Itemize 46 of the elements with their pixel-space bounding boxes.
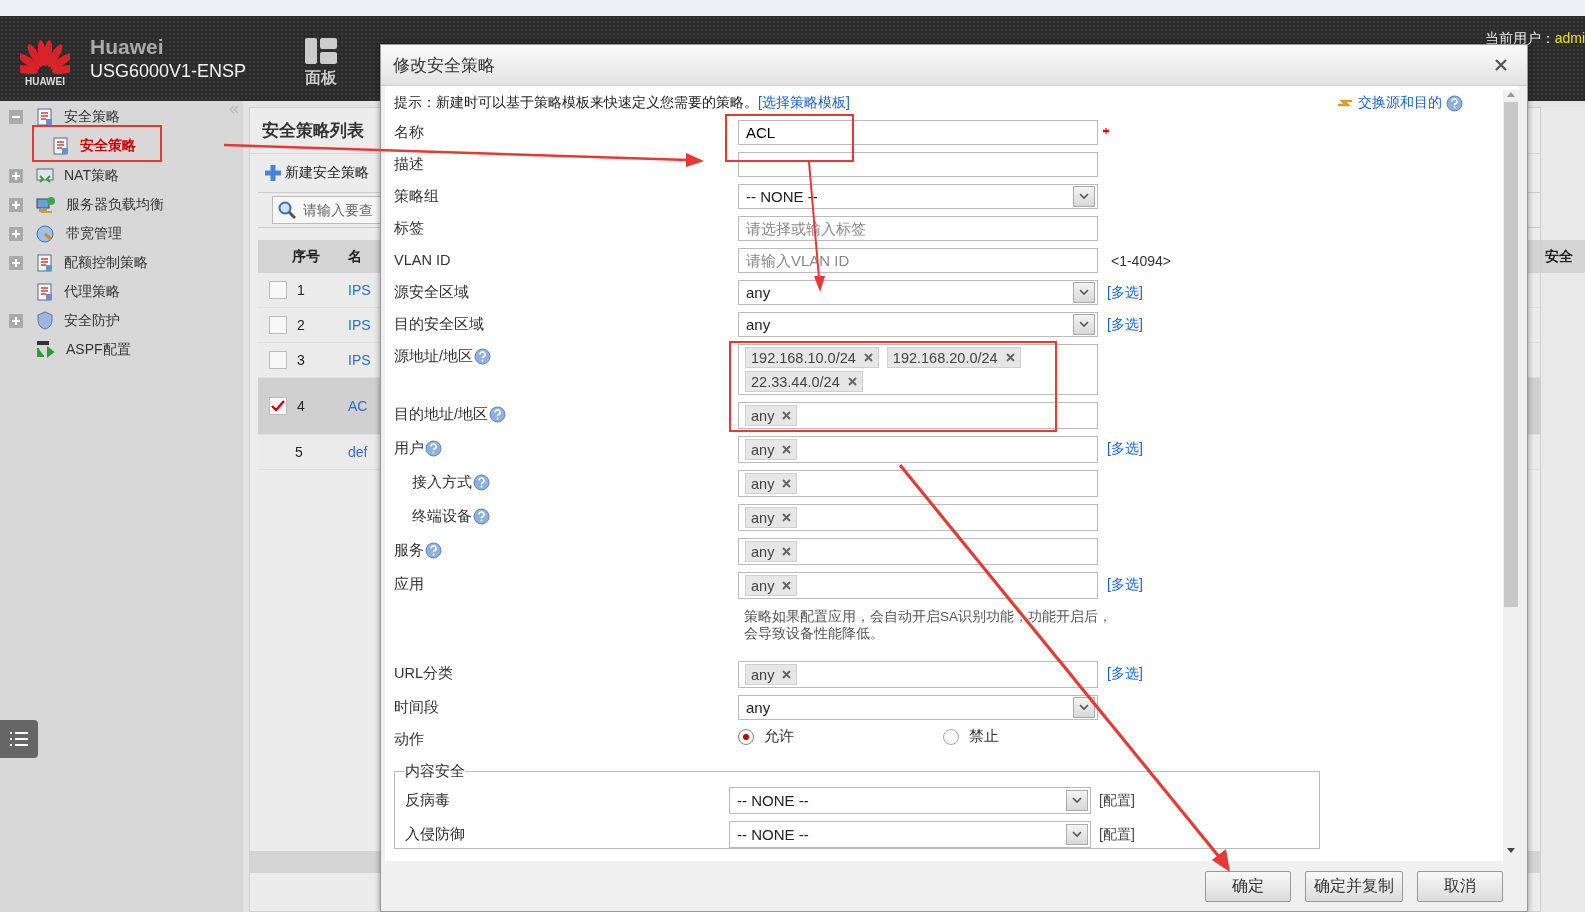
field-label: 策略组	[394, 186, 439, 206]
table-cell: 5	[295, 444, 303, 460]
field-label: 源地址/地区	[394, 346, 474, 366]
field-label: 用户	[394, 438, 424, 458]
field-label: 名称	[394, 122, 424, 142]
tag-chip: any	[745, 405, 798, 426]
group-title: 内容安全	[405, 762, 465, 781]
range-hint: <1-4094>	[1111, 252, 1171, 269]
tag-chip: any	[745, 473, 798, 494]
user-name: admi	[1554, 30, 1585, 48]
table-cell: 4	[297, 398, 305, 414]
column-header: 安全	[1545, 247, 1573, 266]
tag-chip: any	[745, 575, 798, 596]
field-label: 接入方式	[412, 472, 472, 492]
field-label: 目的安全区域	[394, 314, 484, 334]
tag-chip: 22.33.44.0/24	[745, 371, 863, 392]
field-label: 动作	[394, 729, 424, 749]
dialog-title: 修改安全策略	[393, 54, 495, 77]
field-label: 应用	[394, 574, 424, 594]
device-model: USG6000V1-ENSP	[90, 61, 248, 82]
field-label: 入侵防御	[405, 825, 466, 844]
brand-name: Huawei	[90, 35, 165, 59]
column-header: 序号	[291, 247, 321, 266]
table-cell: 1	[297, 282, 305, 298]
table-cell: 3	[297, 352, 305, 368]
table-cell: 2	[297, 317, 305, 333]
column-header: 名	[348, 247, 362, 266]
field-label: 反病毒	[405, 791, 451, 810]
field-label: 标签	[394, 218, 424, 238]
field-label: VLAN ID	[394, 252, 451, 268]
tag-chip: 192.168.10.0/24	[745, 347, 879, 368]
tag-chip: any	[745, 439, 798, 460]
logo-text: HUAWEI	[25, 75, 65, 87]
user-label: 当前用户：	[1484, 30, 1555, 48]
field-label: 描述	[394, 154, 424, 174]
tag-chip: any	[745, 664, 798, 685]
field-label: URL分类	[394, 663, 453, 683]
field-label: 时间段	[394, 697, 439, 717]
tag-chip: any	[745, 541, 798, 562]
tag-chip: any	[745, 507, 798, 528]
field-label: 终端设备	[412, 506, 472, 526]
field-label: 源安全区域	[394, 282, 469, 302]
field-label: 服务	[394, 540, 424, 560]
note-text: 策略如果配置应用，会自动开启SA识别功能，功能开启后，会导致设备性能降低。	[744, 608, 1113, 642]
tag-chip: 192.168.20.0/24	[886, 347, 1021, 368]
field-label: 目的地址/地区	[394, 404, 489, 424]
